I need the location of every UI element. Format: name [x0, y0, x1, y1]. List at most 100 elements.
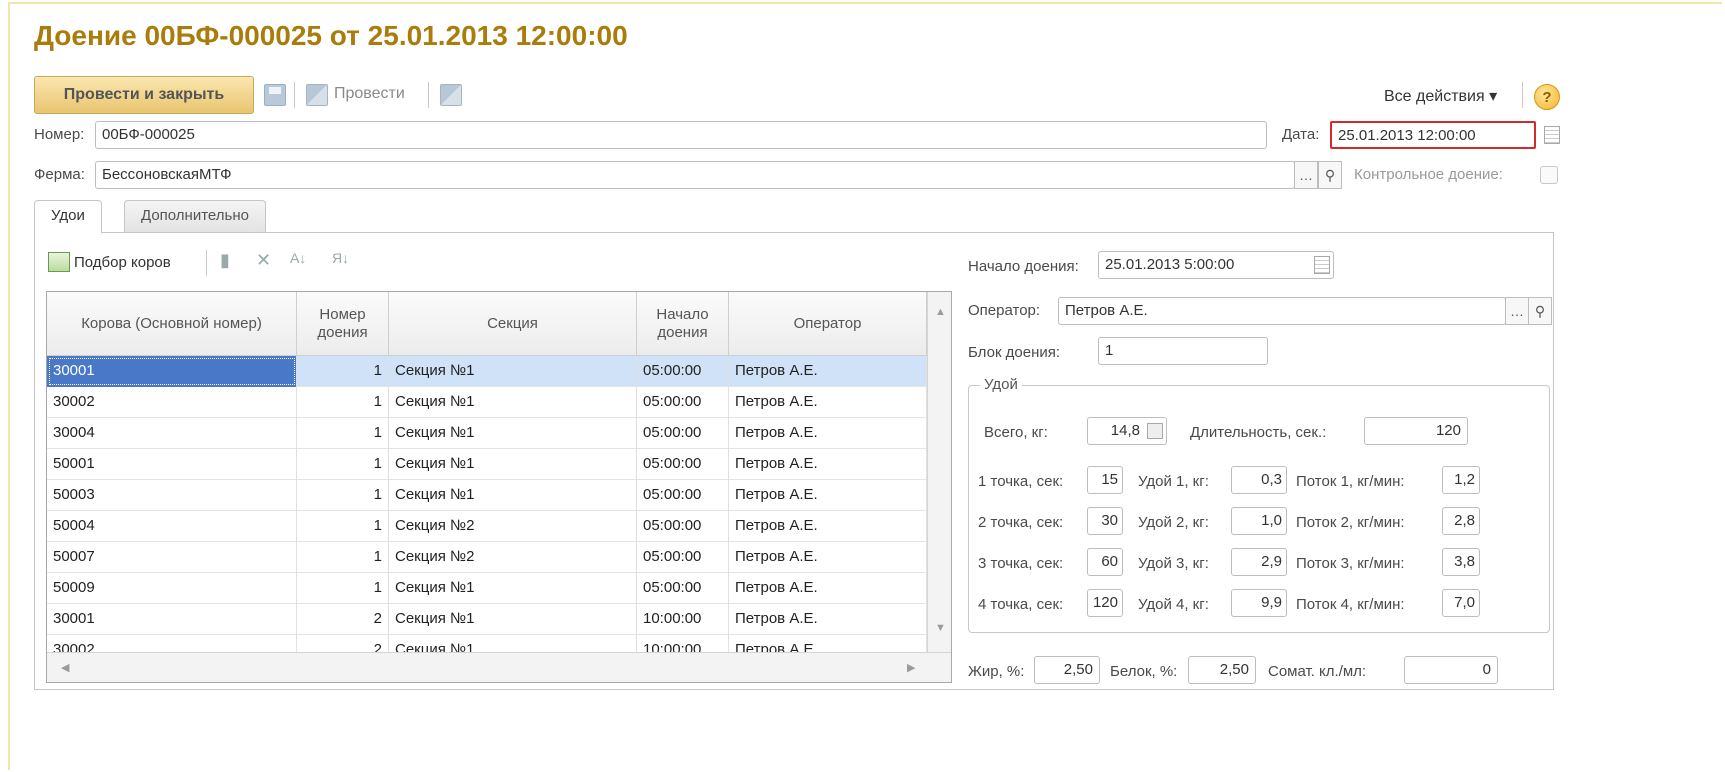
pick-cows-icon[interactable]	[48, 252, 70, 272]
table-row[interactable]: 50001 1 Секция №1 05:00:00 Петров А.Е.	[47, 449, 927, 480]
point-yield-field[interactable]: 9,9	[1231, 589, 1287, 617]
column-header-section[interactable]: Секция	[389, 292, 637, 356]
table-row[interactable]: 50007 1 Секция №2 05:00:00 Петров А.Е.	[47, 542, 927, 573]
table-cell[interactable]: Петров А.Е.	[729, 387, 927, 418]
pick-cows-button[interactable]: Подбор коров	[74, 254, 171, 271]
tab-additional[interactable]: Дополнительно	[124, 200, 266, 232]
table-cell[interactable]: 50004	[47, 511, 297, 542]
table-row[interactable]: 30002 1 Секция №1 05:00:00 Петров А.Е.	[47, 387, 927, 418]
table-cell[interactable]: 05:00:00	[637, 511, 729, 542]
point-yield-field[interactable]: 2,9	[1231, 548, 1287, 576]
table-cell[interactable]: Секция №1	[389, 480, 637, 511]
table-cell[interactable]: 05:00:00	[637, 573, 729, 604]
table-cell[interactable]: 1	[297, 573, 389, 604]
table-cell[interactable]: Секция №1	[389, 449, 637, 480]
point-flow-field[interactable]: 3,8	[1442, 548, 1480, 576]
table-row[interactable]: 30001 2 Секция №1 10:00:00 Петров А.Е.	[47, 604, 927, 635]
table-cell[interactable]: 30004	[47, 418, 297, 449]
start-calendar-icon[interactable]	[1314, 256, 1330, 274]
point-flow-field[interactable]: 2,8	[1442, 507, 1480, 535]
table-cell[interactable]: Петров А.Е.	[729, 573, 927, 604]
calendar-icon[interactable]	[1544, 126, 1560, 144]
protein-field[interactable]: 2,50	[1188, 656, 1256, 684]
fat-field[interactable]: 2,50	[1034, 656, 1100, 684]
point-seconds-field[interactable]: 120	[1087, 589, 1123, 617]
delete-row-icon[interactable]: ✕	[256, 250, 271, 271]
point-yield-field[interactable]: 0,3	[1231, 466, 1287, 494]
duration-field[interactable]: 120	[1364, 417, 1468, 445]
horizontal-scrollbar[interactable]: ◀ ▶	[47, 652, 951, 682]
table-cell[interactable]: Петров А.Е.	[729, 480, 927, 511]
table-cell[interactable]: 1	[297, 542, 389, 573]
table-cell[interactable]: 50009	[47, 573, 297, 604]
table-row[interactable]: 50003 1 Секция №1 05:00:00 Петров А.Е.	[47, 480, 927, 511]
column-header-milking-number[interactable]: Номер доения	[297, 292, 389, 356]
table-cell[interactable]: 1	[297, 511, 389, 542]
save-icon[interactable]	[264, 84, 286, 106]
table-cell[interactable]: 50007	[47, 542, 297, 573]
table-row[interactable]: 30004 1 Секция №1 05:00:00 Петров А.Е.	[47, 418, 927, 449]
table-cell[interactable]: Секция №1	[389, 604, 637, 635]
table-cell[interactable]: Петров А.Е.	[729, 604, 927, 635]
column-header-operator[interactable]: Оператор	[729, 292, 927, 356]
point-seconds-field[interactable]: 15	[1087, 466, 1123, 494]
post-and-close-button[interactable]: Провести и закрыть	[34, 76, 254, 114]
help-icon[interactable]: ?	[1534, 84, 1560, 110]
table-cell[interactable]: 05:00:00	[637, 542, 729, 573]
post-variants-icon[interactable]	[440, 84, 462, 106]
table-cell[interactable]: 2	[297, 604, 389, 635]
copy-row-icon[interactable]: ▮	[220, 250, 230, 271]
table-row[interactable]: 30001 1 Секция №1 05:00:00 Петров А.Е.	[47, 356, 927, 387]
point-yield-field[interactable]: 1,0	[1231, 507, 1287, 535]
table-cell[interactable]: Секция №1	[389, 418, 637, 449]
table-row[interactable]: 50004 1 Секция №2 05:00:00 Петров А.Е.	[47, 511, 927, 542]
table-cell[interactable]: 1	[297, 449, 389, 480]
point-flow-field[interactable]: 1,2	[1442, 466, 1480, 494]
table-cell[interactable]: 1	[297, 418, 389, 449]
table-cell[interactable]: 05:00:00	[637, 418, 729, 449]
table-cell[interactable]: 05:00:00	[637, 480, 729, 511]
table-cell[interactable]: 1	[297, 356, 389, 387]
table-cell[interactable]: Петров А.Е.	[729, 356, 927, 387]
calculator-icon[interactable]	[1147, 423, 1163, 439]
table-cell[interactable]: Петров А.Е.	[729, 542, 927, 573]
table-cell[interactable]: 50003	[47, 480, 297, 511]
table-cell[interactable]: Секция №2	[389, 542, 637, 573]
table-cell[interactable]: 05:00:00	[637, 356, 729, 387]
table-cell[interactable]: 10:00:00	[637, 604, 729, 635]
table-cell[interactable]: Петров А.Е.	[729, 418, 927, 449]
date-field[interactable]: 25.01.2013 12:00:00	[1330, 121, 1536, 149]
operator-search-icon[interactable]: ⚲	[1528, 297, 1552, 325]
scroll-left-icon[interactable]: ◀	[61, 661, 69, 674]
post-button[interactable]: Провести	[334, 85, 405, 103]
somatic-field[interactable]: 0	[1404, 656, 1498, 684]
scroll-up-icon[interactable]: ▲	[935, 306, 946, 318]
all-actions-menu[interactable]: Все действия ▾	[1384, 86, 1497, 106]
sort-desc-icon[interactable]: Я↓	[332, 250, 349, 266]
table-cell[interactable]: 1	[297, 480, 389, 511]
column-header-cow[interactable]: Корова (Основной номер)	[47, 292, 297, 356]
table-cell[interactable]: Секция №2	[389, 511, 637, 542]
point-seconds-field[interactable]: 60	[1087, 548, 1123, 576]
operator-field[interactable]: Петров А.Е.	[1058, 297, 1506, 325]
point-flow-field[interactable]: 7,0	[1442, 589, 1480, 617]
number-field[interactable]: 00БФ-000025	[95, 121, 1267, 149]
table-cell[interactable]: Секция №1	[389, 573, 637, 604]
vertical-scrollbar[interactable]: ▲ ▼	[927, 292, 951, 652]
table-cell[interactable]: Секция №1	[389, 387, 637, 418]
control-milking-checkbox[interactable]	[1540, 166, 1558, 184]
post-icon[interactable]	[306, 84, 328, 106]
farm-search-icon[interactable]: ⚲	[1318, 161, 1342, 189]
table-cell[interactable]: 50001	[47, 449, 297, 480]
table-cell[interactable]: 30001	[47, 604, 297, 635]
table-cell[interactable]: 1	[297, 387, 389, 418]
block-field[interactable]: 1	[1098, 337, 1268, 365]
column-header-start[interactable]: Начало доения	[637, 292, 729, 356]
operator-select-button[interactable]: …	[1505, 297, 1529, 325]
tab-yields[interactable]: Удои	[34, 200, 102, 233]
table-cell[interactable]: 05:00:00	[637, 449, 729, 480]
table-cell[interactable]: Секция №1	[389, 356, 637, 387]
start-field[interactable]: 25.01.2013 5:00:00	[1098, 251, 1334, 279]
table-row[interactable]: 50009 1 Секция №1 05:00:00 Петров А.Е.	[47, 573, 927, 604]
sort-asc-icon[interactable]: A↓	[290, 250, 306, 266]
